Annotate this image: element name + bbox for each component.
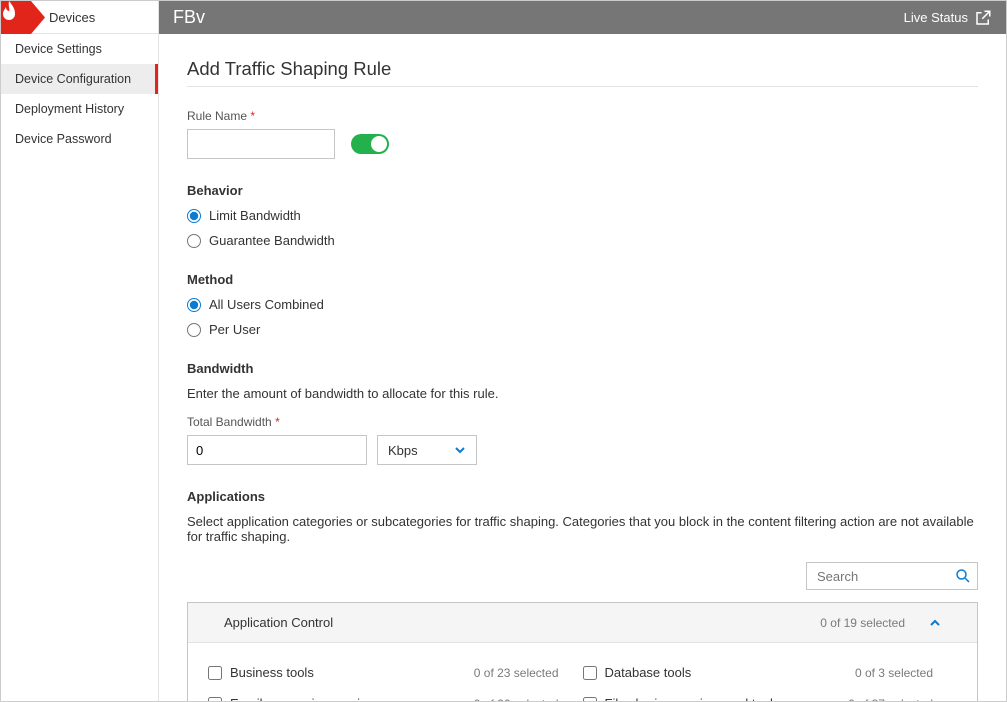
sidebar-header: Devices xyxy=(1,1,158,34)
page-title: Add Traffic Shaping Rule xyxy=(187,58,978,87)
category-row: File sharing services and tools 0 of 37 … xyxy=(583,688,958,701)
category-row: Email messaging services 0 of 26 selecte… xyxy=(208,688,583,701)
category-checkbox-email-messaging[interactable]: Email messaging services xyxy=(208,696,380,701)
applications-help: Select application categories or subcate… xyxy=(187,514,978,544)
category-label: Business tools xyxy=(230,665,314,680)
applications-title: Applications xyxy=(187,489,978,504)
search-icon xyxy=(954,567,972,585)
category-checkbox-file-sharing[interactable]: File sharing services and tools xyxy=(583,696,780,701)
category-count: 0 of 26 selected xyxy=(474,697,583,702)
bandwidth-title: Bandwidth xyxy=(187,361,978,376)
main: FBv Live Status Add Traffic Shaping Rule… xyxy=(159,1,1006,701)
chevron-down-icon xyxy=(454,444,466,456)
bandwidth-unit-value: Kbps xyxy=(388,443,418,458)
category-row: Database tools 0 of 3 selected xyxy=(583,657,958,688)
rule-name-label: Rule Name * xyxy=(187,109,978,123)
behavior-guarantee-radio[interactable] xyxy=(187,234,201,248)
method-per-radio[interactable] xyxy=(187,323,201,337)
sidebar: Devices Device Settings Device Configura… xyxy=(1,1,159,701)
panel-title: Application Control xyxy=(224,615,333,630)
category-checkbox-business-tools[interactable]: Business tools xyxy=(208,665,314,680)
chevron-up-icon xyxy=(929,617,941,629)
required-indicator: * xyxy=(250,109,255,123)
toggle-knob xyxy=(371,136,387,152)
rule-name-input[interactable] xyxy=(187,129,335,159)
live-status-button[interactable]: Live Status xyxy=(904,9,992,27)
total-bandwidth-input[interactable] xyxy=(187,435,367,465)
category-checkbox[interactable] xyxy=(208,697,222,702)
application-control-panel: Application Control 0 of 19 selected Bus… xyxy=(187,602,978,701)
category-count: 0 of 37 selected xyxy=(848,697,957,702)
category-row: Business tools 0 of 23 selected xyxy=(208,657,583,688)
sidebar-title: Devices xyxy=(41,10,95,25)
brand-logo xyxy=(1,1,41,34)
panel-count: 0 of 19 selected xyxy=(820,616,905,630)
rule-enabled-toggle[interactable] xyxy=(351,134,389,154)
total-bandwidth-label: Total Bandwidth * xyxy=(187,415,978,429)
category-count: 0 of 3 selected xyxy=(855,666,957,680)
category-count: 0 of 23 selected xyxy=(474,666,583,680)
sidebar-item-deployment-history[interactable]: Deployment History xyxy=(1,94,158,124)
behavior-limit-radio[interactable] xyxy=(187,209,201,223)
category-checkbox[interactable] xyxy=(208,666,222,680)
external-link-icon xyxy=(974,9,992,27)
search-input[interactable] xyxy=(806,562,978,590)
panel-header[interactable]: Application Control 0 of 19 selected xyxy=(188,603,977,643)
method-all-label: All Users Combined xyxy=(209,297,324,312)
category-checkbox-database-tools[interactable]: Database tools xyxy=(583,665,692,680)
method-all-radio[interactable] xyxy=(187,298,201,312)
category-checkbox[interactable] xyxy=(583,697,597,702)
method-per-label: Per User xyxy=(209,322,260,337)
live-status-label: Live Status xyxy=(904,10,968,25)
required-indicator: * xyxy=(275,415,280,429)
category-label: File sharing services and tools xyxy=(605,696,780,701)
content: Add Traffic Shaping Rule Rule Name * Beh… xyxy=(159,34,1006,701)
category-label: Database tools xyxy=(605,665,692,680)
sidebar-item-device-configuration[interactable]: Device Configuration xyxy=(1,64,158,94)
bandwidth-help: Enter the amount of bandwidth to allocat… xyxy=(187,386,978,401)
behavior-title: Behavior xyxy=(187,183,978,198)
flame-icon xyxy=(1,1,17,21)
behavior-limit-label: Limit Bandwidth xyxy=(209,208,301,223)
sidebar-item-device-password[interactable]: Device Password xyxy=(1,124,158,154)
search-box xyxy=(806,562,978,590)
method-title: Method xyxy=(187,272,978,287)
category-label: Email messaging services xyxy=(230,696,380,701)
topbar-title: FBv xyxy=(173,7,904,28)
behavior-guarantee-label: Guarantee Bandwidth xyxy=(209,233,335,248)
sidebar-item-device-settings[interactable]: Device Settings xyxy=(1,34,158,64)
topbar: FBv Live Status xyxy=(159,1,1006,34)
bandwidth-unit-select[interactable]: Kbps xyxy=(377,435,477,465)
category-checkbox[interactable] xyxy=(583,666,597,680)
